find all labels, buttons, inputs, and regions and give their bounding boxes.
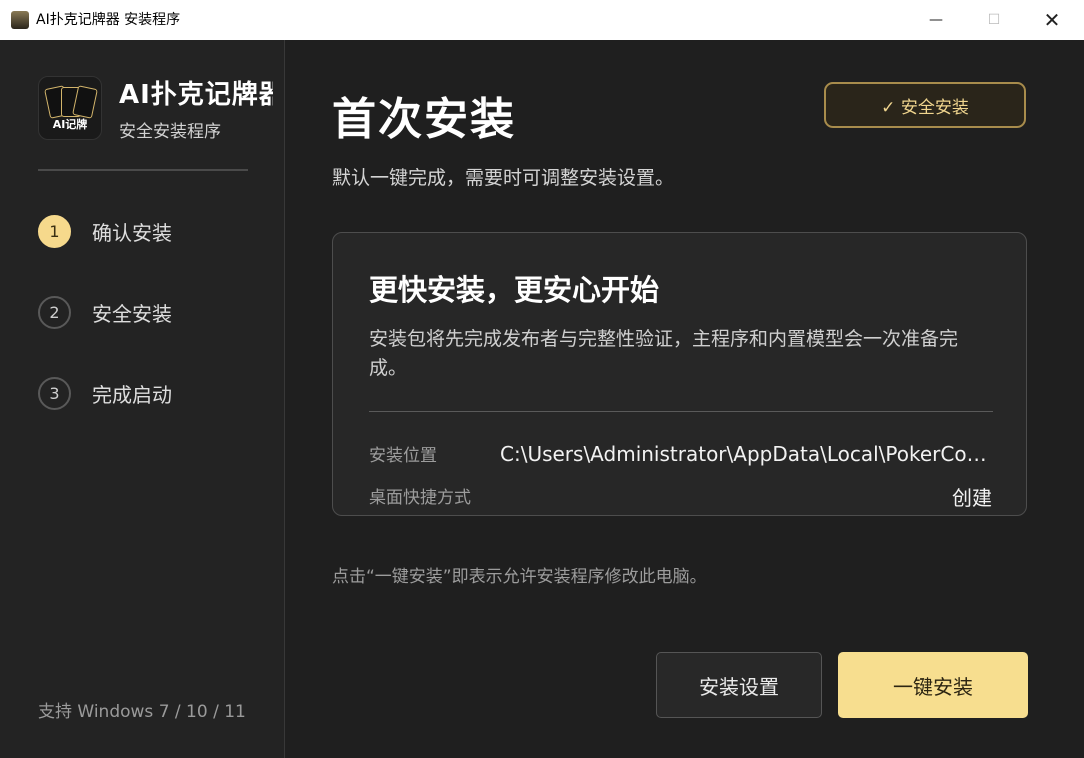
step-label: 完成启动	[92, 382, 172, 407]
card-description: 安装包将先完成发布者与完整性验证，主程序和内置模型会一次准备完成。	[369, 328, 959, 379]
sidebar: AI记牌 AI扑克记牌器 安全安装程序 1 确认安装 2 安全安装 3 完成启动…	[0, 40, 285, 758]
card-divider	[369, 411, 993, 412]
close-button[interactable]: ✕	[1023, 0, 1081, 40]
minimize-button[interactable]: —	[907, 0, 965, 40]
step-number: 3	[38, 376, 71, 410]
window-title: AI扑克记牌器 安装程序	[36, 12, 181, 28]
step-finish-launch: 3 完成启动	[38, 375, 172, 411]
logo-text: AI记牌	[52, 118, 88, 131]
one-click-install-button[interactable]: 一键安装	[838, 652, 1028, 718]
step-number: 1	[38, 214, 71, 248]
secure-install-badge: ✓ 安全安装	[824, 82, 1026, 128]
shortcut-label: 桌面快捷方式	[369, 488, 471, 508]
installer-window: AI扑克记牌器 安装程序 — ☐ ✕ AI记牌 AI扑克记牌器 安全安装程序 1…	[0, 0, 1084, 758]
page-title: 首次安装	[332, 94, 516, 145]
minimize-icon: —	[929, 12, 943, 28]
app-logo: AI记牌	[38, 76, 102, 140]
step-label: 确认安装	[92, 220, 172, 245]
install-location-label: 安装位置	[369, 446, 437, 466]
app-logo-icon	[11, 11, 29, 29]
step-secure-install: 2 安全安装	[38, 294, 172, 330]
shortcut-value: 创建	[952, 486, 992, 510]
step-number: 2	[38, 295, 71, 329]
maximize-button[interactable]: ☐	[965, 0, 1023, 40]
card-title: 更快安装，更安心开始	[369, 273, 660, 307]
maximize-icon: ☐	[987, 12, 1001, 28]
close-icon: ✕	[1043, 8, 1061, 32]
sidebar-divider	[38, 169, 248, 171]
main-panel: 首次安装 ✓ 安全安装 默认一键完成，需要时可调整安装设置。 更快安装，更安心开…	[285, 40, 1084, 758]
app-subtitle: 安全安装程序	[119, 122, 221, 142]
page-subtitle: 默认一键完成，需要时可调整安装设置。	[332, 167, 675, 189]
step-confirm-install: 1 确认安装	[38, 213, 172, 249]
app-name: AI扑克记牌器	[119, 80, 273, 110]
support-text: 支持 Windows 7 / 10 / 11	[38, 702, 246, 722]
install-location-value: C:\Users\Administrator\AppData\Local\Pok…	[500, 442, 992, 466]
install-info-card: 更快安装，更安心开始 安装包将先完成发布者与完整性验证，主程序和内置模型会一次准…	[332, 232, 1027, 516]
install-settings-button[interactable]: 安装设置	[656, 652, 822, 718]
consent-notice: 点击“一键安装”即表示允许安装程序修改此电脑。	[332, 567, 707, 587]
title-bar: AI扑克记牌器 安装程序 — ☐ ✕	[0, 0, 1084, 41]
step-label: 安全安装	[92, 301, 172, 326]
